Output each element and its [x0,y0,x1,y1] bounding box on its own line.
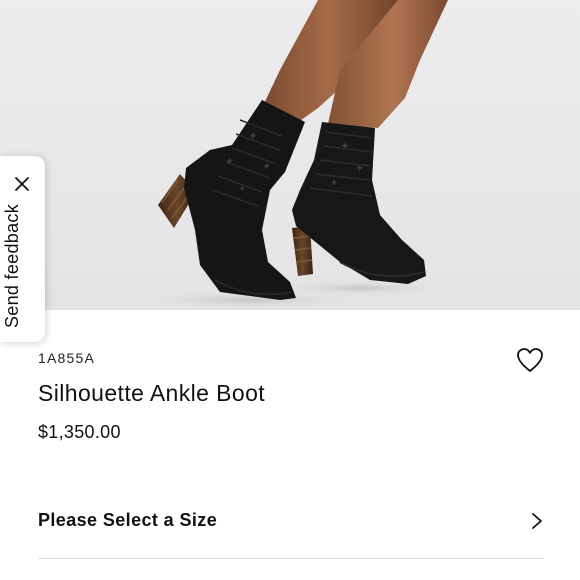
size-selector-button[interactable]: Please Select a Size [38,498,544,546]
size-selector-label: Please Select a Size [38,510,218,530]
svg-text:✦: ✦ [262,160,271,173]
close-icon[interactable] [12,174,32,194]
product-page: ✦ ✦ ✦ ✦ ✦ ✦ ✦ Send feedback 1A855A Silho… [0,0,580,580]
send-feedback-tab[interactable]: Send feedback [0,156,45,342]
product-title: Silhouette Ankle Boot [38,380,266,406]
product-image[interactable]: ✦ ✦ ✦ ✦ ✦ ✦ ✦ [0,0,580,310]
chevron-right-icon [532,513,542,529]
send-feedback-label[interactable]: Send feedback [2,204,23,328]
svg-text:✦: ✦ [355,162,364,175]
svg-text:✦: ✦ [238,184,246,195]
boot-photo: ✦ ✦ ✦ ✦ ✦ ✦ ✦ [130,0,450,310]
heart-icon[interactable] [515,345,545,375]
svg-text:✦: ✦ [330,178,338,189]
svg-text:✦: ✦ [225,155,234,168]
divider [38,558,544,559]
left-boot: ✦ ✦ ✦ ✦ [158,100,305,300]
svg-text:✦: ✦ [340,139,350,153]
svg-text:✦: ✦ [248,129,258,143]
right-boot: ✦ ✦ ✦ [292,122,426,284]
product-sku: 1A855A [38,350,96,366]
product-price: $1,350.00 [38,422,121,442]
